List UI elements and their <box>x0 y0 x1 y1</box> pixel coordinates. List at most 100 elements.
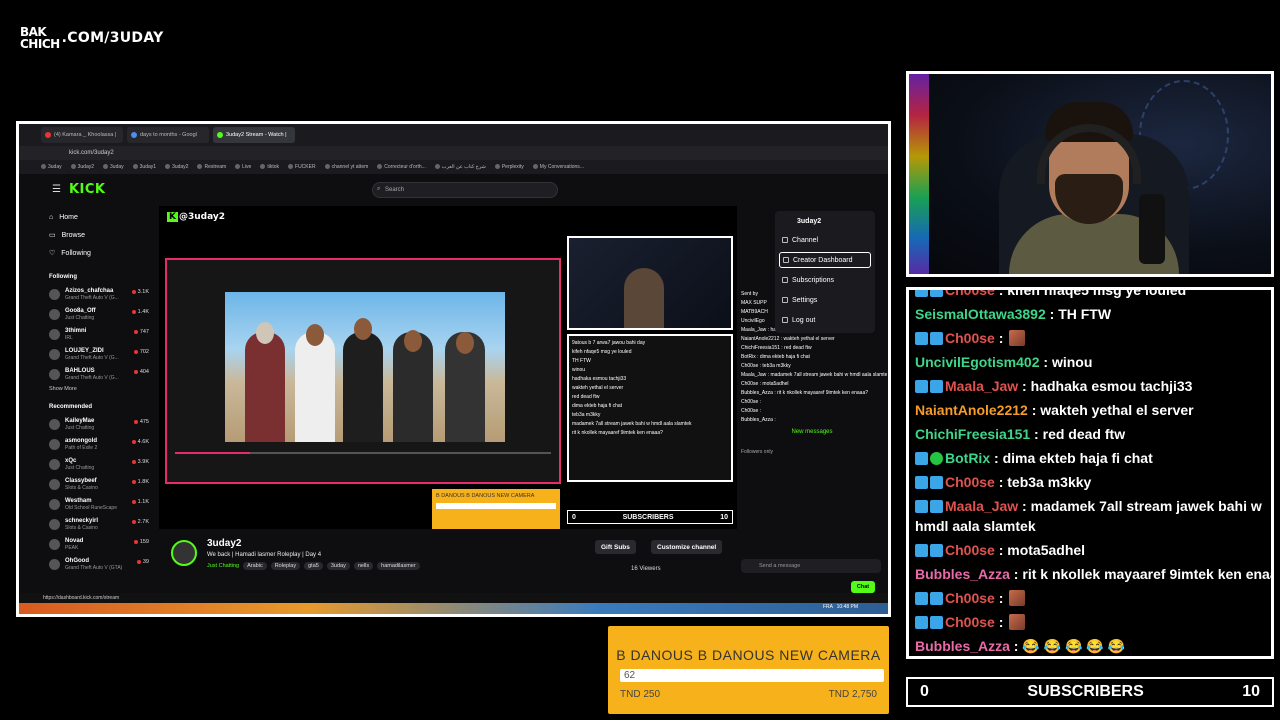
channel-text: BAHLOUS Grand Theft Auto V (G... <box>65 368 119 381</box>
address-bar[interactable]: kick.com/3uday2 <box>19 146 888 160</box>
stream-tag[interactable]: gta5 <box>304 562 323 570</box>
channel-name[interactable]: 3uday2 <box>207 538 241 549</box>
person <box>295 332 335 442</box>
chat-username[interactable]: Maala_Jaw <box>945 498 1018 514</box>
menu-item-channel[interactable]: Channel <box>779 230 871 250</box>
bookmark-item[interactable]: channel yt attem <box>325 164 369 170</box>
stream-tag[interactable]: Arabic <box>243 562 267 570</box>
chat-message: SeismalOttawa3892 : TH FTW <box>915 306 1112 322</box>
stream-tag[interactable]: nells <box>353 562 374 570</box>
bookmark-item[interactable]: Live <box>235 164 251 170</box>
menu-item-creator-dashboard[interactable]: Creator Dashboard <box>779 252 871 268</box>
sidebar-channel[interactable]: BAHLOUS Grand Theft Auto V (G... 404 <box>25 364 153 384</box>
channel-avatar[interactable] <box>171 540 197 566</box>
bookmark-item[interactable]: 3uday <box>103 164 124 170</box>
following-list: Azizos_chafchaa Grand Theft Auto V (G... 3… <box>25 284 153 384</box>
stream-tag[interactable]: hamadilasmer <box>377 562 420 570</box>
sidebar-channel[interactable]: Westham Old School RuneScape 1.1K <box>25 494 153 514</box>
channel-text: schneckyirl Slots & Casino <box>65 518 98 531</box>
bookmark-item[interactable]: 3uday <box>41 164 62 170</box>
bookmark-item[interactable]: Restream <box>197 164 226 170</box>
chat-username[interactable]: Bubbles_Azza <box>915 566 1010 582</box>
chat-username[interactable]: NaiantAnole2212 <box>915 402 1028 418</box>
stream-tag[interactable]: 3uday <box>326 562 350 570</box>
menu-icon[interactable]: ☰ <box>52 184 61 195</box>
chat-send-button[interactable]: Chat <box>851 581 875 593</box>
bookmark-item[interactable]: FUCKER <box>288 164 316 170</box>
sidebar-channel[interactable]: xQc Just Chatting 3.9K <box>25 454 153 474</box>
bookmark-item[interactable]: شرح كتاب عن العرب <box>435 164 486 170</box>
chat-username[interactable]: Ch00se <box>945 590 995 606</box>
category-link[interactable]: Just Chatting <box>207 563 239 569</box>
menu-item-settings[interactable]: Settings <box>779 290 871 310</box>
kick-k-icon: K <box>167 212 178 222</box>
sidebar-channel[interactable]: Classybeef Slots & Casino 1.8K <box>25 474 153 494</box>
chat-username[interactable]: Bubbles_Azza <box>915 638 1010 654</box>
mask-head <box>256 322 274 344</box>
customize-channel-button[interactable]: Customize channel <box>651 540 723 554</box>
bookmark-item[interactable]: Correcteur d'orth... <box>377 164 426 170</box>
browser-tab-active[interactable]: 3uday2 Stream - Watch | <box>213 127 295 143</box>
bookmark-item[interactable]: My Conversations... <box>533 164 584 170</box>
recommended-list: KaileyMae Just Chatting 475 asmongold Path o… <box>25 414 153 574</box>
nav-label: Browse <box>61 231 85 239</box>
browser-tab[interactable]: days to months - Googl <box>127 127 209 143</box>
taskbar-clock[interactable]: 10:48 PM <box>837 604 858 610</box>
chat-message-input[interactable]: Send a message <box>741 559 881 573</box>
bookmark-item[interactable]: 3uday2 <box>71 164 94 170</box>
channel-name: Goo8a_Off <box>65 307 96 314</box>
show-more-link[interactable]: Show More <box>25 386 153 392</box>
chat-username[interactable]: Ch00se <box>945 542 995 558</box>
sidebar-channel[interactable]: schneckyirl Slots & Casino 2.7K <box>25 514 153 534</box>
channel-name: LOUJEY_ZIDI <box>65 347 104 354</box>
chat-message: UncivilEgotism402 : winou <box>915 354 1093 370</box>
sidebar-channel[interactable]: LOUJEY_ZIDI Grand Theft Auto V (G... 702 <box>25 344 153 364</box>
mini-subs-current: 0 <box>572 513 576 521</box>
nav-following[interactable]: ♡ Following <box>25 244 153 262</box>
nav-browse[interactable]: ▭ Browse <box>25 226 153 244</box>
menu-item-subscriptions[interactable]: Subscriptions <box>779 270 871 290</box>
bookmark-item[interactable]: 3uday1 <box>133 164 156 170</box>
chat-username[interactable]: Ch00se <box>945 330 995 346</box>
stream-tag[interactable]: Roleplay <box>270 562 301 570</box>
taskbar-language[interactable]: FRA <box>823 604 833 610</box>
sidebar-channel[interactable]: Goo8a_Off Just Chatting 1.4K <box>25 304 153 324</box>
bookmark-item[interactable]: 3uday2 <box>165 164 188 170</box>
kick-header: ☰ KICK ⌕ Search <box>19 174 888 204</box>
moderator-badge-icon <box>915 616 928 629</box>
new-messages-banner[interactable]: New messages <box>737 429 887 435</box>
bookmark-item[interactable]: Perplexity <box>495 164 524 170</box>
chat-username[interactable]: Ch00se <box>945 614 995 630</box>
chat-username[interactable]: Ch00se <box>945 290 995 298</box>
sidebar-channel[interactable]: KaileyMae Just Chatting 475 <box>25 414 153 434</box>
channel-text: Goo8a_Off Just Chatting <box>65 308 96 321</box>
chat-placeholder: Send a message <box>759 563 801 569</box>
mini-goal-bar <box>436 503 556 509</box>
chat-username[interactable]: Ch00se <box>945 474 995 490</box>
sidebar-channel[interactable]: asmongold Path of Exile 2 4.6K <box>25 434 153 454</box>
head <box>404 330 422 352</box>
chat-username[interactable]: Maala_Jaw <box>945 378 1018 394</box>
chat-username[interactable]: UncivilEgotism402 <box>915 354 1040 370</box>
chat-text: wakteh yethal el server <box>1040 402 1194 418</box>
streamer-figure <box>624 268 664 328</box>
sidebar-channel[interactable]: Novad PEAK 159 <box>25 534 153 554</box>
search-input[interactable]: ⌕ Search <box>372 182 558 198</box>
video-player[interactable]: K @3uday2 9atous b 7 arwa7 jawou bahi day… <box>159 206 737 529</box>
viewer-count: 475 <box>134 419 149 425</box>
gift-subs-button[interactable]: Gift Subs <box>595 540 636 554</box>
nav-home[interactable]: ⌂ Home <box>25 208 153 226</box>
chat-username[interactable]: BotRix <box>945 450 990 466</box>
chat-username[interactable]: SeismalOttawa3892 <box>915 306 1046 322</box>
subscriber-badge-icon <box>930 500 943 513</box>
kick-logo[interactable]: KICK <box>69 182 106 197</box>
chat-username[interactable]: ChichiFreesia151 <box>915 426 1030 442</box>
menu-item-logout[interactable]: Log out <box>779 310 871 330</box>
sidebar-channel[interactable]: 3thimni IRL 747 <box>25 324 153 344</box>
sidebar-channel[interactable]: OhGood Grand Theft Auto V (GTA) 39 <box>25 554 153 574</box>
viewer-count: 747 <box>134 329 149 335</box>
browser-tab[interactable]: (4) Kamara _ Khoolassa | <box>41 127 123 143</box>
subs-current: 0 <box>920 683 929 700</box>
sidebar-channel[interactable]: Azizos_chafchaa Grand Theft Auto V (G... 3… <box>25 284 153 304</box>
bookmark-item[interactable]: tiktok <box>260 164 279 170</box>
